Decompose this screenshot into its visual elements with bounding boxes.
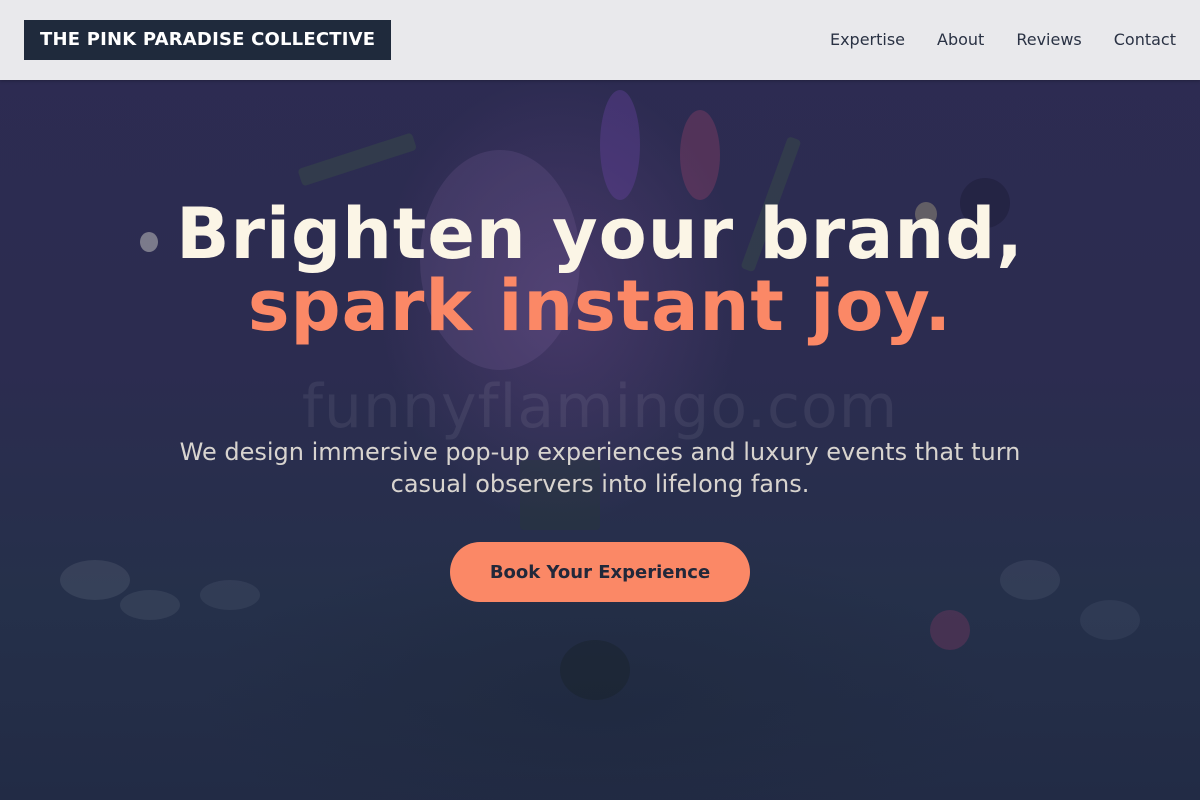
brand-logo[interactable]: THE PINK PARADISE COLLECTIVE (24, 20, 392, 60)
hero-headline: Brighten your brand, spark instant joy. (150, 198, 1050, 342)
nav-link-contact[interactable]: Contact (1114, 28, 1176, 52)
hero-headline-accent: spark instant joy. (247, 265, 953, 347)
book-experience-button[interactable]: Book Your Experience (450, 542, 750, 602)
page: THE PINK PARADISE COLLECTIVE Expertise A… (0, 0, 1200, 800)
nav-link-reviews[interactable]: Reviews (1016, 28, 1081, 52)
hero-headline-text: Brighten your brand, (176, 193, 1024, 275)
nav-link-about[interactable]: About (937, 28, 984, 52)
hero-section: funnyflamingo.com Brighten your brand, s… (0, 80, 1200, 800)
hero-subheadline: We design immersive pop-up experiences a… (179, 438, 1021, 498)
site-header: THE PINK PARADISE COLLECTIVE Expertise A… (0, 0, 1200, 80)
watermark-text: funnyflamingo.com (301, 372, 899, 442)
nav-link-expertise[interactable]: Expertise (830, 28, 905, 52)
main-nav: Expertise About Reviews Contact (830, 28, 1176, 52)
